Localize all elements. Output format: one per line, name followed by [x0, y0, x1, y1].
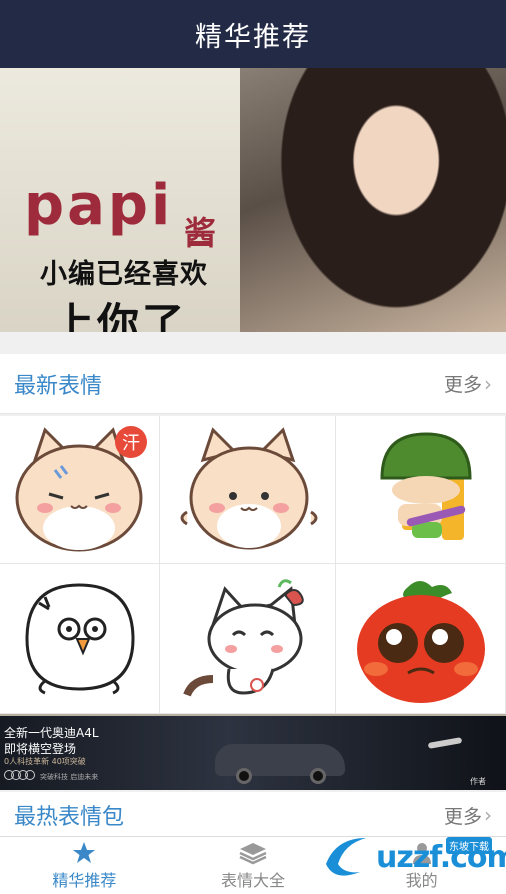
hot-section-header: 最热表情包 更多 ›	[0, 792, 506, 838]
banner-brand: papi	[24, 173, 174, 238]
hot-more-label: 更多	[443, 805, 482, 828]
hot-more-link[interactable]: 更多 ›	[444, 802, 492, 829]
crying-tomato-icon	[356, 580, 485, 703]
tab-all-stickers-label: 表情大全	[221, 870, 286, 890]
sticker-item-6[interactable]	[336, 564, 506, 714]
banner-carousel[interactable]: papi 酱 小编已经喜欢 上你了	[0, 68, 506, 332]
sweat-badge: 汗	[122, 433, 140, 454]
ad-banner[interactable]: 全新一代奥迪A4L 即将横空登场 0人科技革新 40项突破 突破科技 启迪未来 …	[0, 714, 506, 790]
sticker-grid: 汗	[0, 416, 506, 714]
sticker-item-3[interactable]	[336, 416, 506, 564]
ad-subline: 0人科技革新 40项突破	[4, 757, 86, 766]
header-bar: 精华推荐	[0, 0, 506, 68]
latest-section-title: 最新表情	[14, 373, 103, 399]
ad-tagline: 突破科技 启迪未来	[40, 773, 99, 781]
page-title: 精华推荐	[195, 21, 311, 53]
happy-hamster-icon	[180, 426, 317, 549]
app-root: 精华推荐 papi 酱 小编已经喜欢 上你了 最新表情 更多 › 汗 全新一代奥…	[0, 0, 506, 894]
sweating-hamster-icon: 汗	[15, 425, 147, 551]
banner-brand-suffix: 酱	[184, 214, 217, 252]
layers-icon	[239, 842, 267, 864]
car-wheel-front	[236, 768, 252, 784]
car-image	[215, 744, 345, 776]
ad-corner-text: 作者	[470, 777, 486, 786]
car-wheel-rear	[310, 768, 326, 784]
tab-featured-label: 精华推荐	[52, 870, 117, 890]
sticker-item-2[interactable]	[160, 416, 336, 564]
watermark-badge: 东坡下载	[446, 837, 492, 854]
sticker-item-5[interactable]	[160, 564, 336, 714]
jet-image	[427, 737, 463, 749]
tab-featured[interactable]: 精华推荐	[0, 837, 169, 894]
ad-headline-1: 全新一代奥迪A4L	[4, 726, 99, 740]
star-icon	[73, 841, 96, 863]
angry-white-bird-icon	[24, 582, 135, 694]
sticker-item-4[interactable]	[0, 564, 160, 714]
white-cat-with-bow-icon	[182, 578, 304, 697]
sticker-item-1[interactable]: 汗	[0, 416, 160, 564]
banner-headline-2: 上你了	[52, 299, 188, 332]
banner-headline-1: 小编已经喜欢	[40, 259, 208, 290]
latest-section-header: 最新表情 更多 ›	[0, 354, 506, 414]
ad-headline-2: 即将横空登场	[4, 742, 77, 756]
chevron-right-icon: ›	[484, 371, 492, 396]
banner-portrait	[262, 68, 506, 332]
latest-more-link[interactable]: 更多 ›	[444, 370, 492, 397]
tab-all-stickers[interactable]: 表情大全	[169, 837, 338, 894]
latest-more-label: 更多	[443, 374, 482, 396]
hot-section-title: 最热表情包	[14, 805, 125, 830]
chevron-right-icon: ›	[484, 803, 492, 827]
soldier-boy-on-chair-icon	[379, 431, 472, 540]
audi-logo-icon	[4, 770, 35, 780]
